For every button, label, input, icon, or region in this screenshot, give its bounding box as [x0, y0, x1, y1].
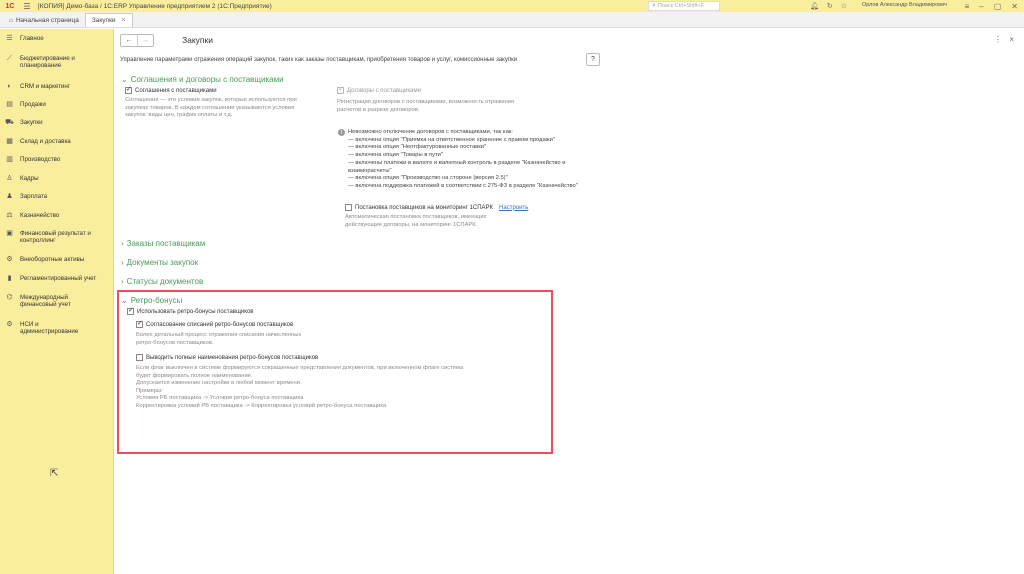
main-form: ← → Закупки ⋮ × Управление параметрами о…: [114, 29, 1024, 574]
chevron-down-icon: ⌄: [121, 75, 128, 84]
contracts-note: Регистрация договоров с поставщиками, во…: [337, 99, 515, 113]
retro-full-names-note: Если флаг выключен в системе формируются…: [136, 365, 464, 409]
cart-icon: ⛟: [5, 119, 14, 126]
factory-icon: ▥: [6, 156, 13, 163]
chevron-right-icon: ›: [121, 277, 124, 286]
tab-purchases[interactable]: Закупки ×: [84, 13, 133, 27]
tab-home[interactable]: ⌂ Начальная страница: [3, 13, 85, 27]
minimize-icon[interactable]: –: [979, 2, 983, 11]
history-icon[interactable]: ↻: [827, 2, 833, 10]
app-logo: 1С: [5, 2, 15, 10]
crm-icon: ◐: [7, 83, 12, 90]
person-icon: ♙: [6, 175, 13, 182]
use-retro-bonuses-checkbox[interactable]: Использовать ретро-бонусы поставщиков: [127, 306, 253, 315]
retro-full-names-checkbox[interactable]: Выводить полные наименования ретро-бонус…: [136, 354, 318, 361]
retro-approval-checkbox[interactable]: Согласование списаний ретро-бонусов пост…: [136, 319, 293, 328]
form-description: Управление параметрами отражения операци…: [120, 57, 518, 63]
chevron-right-icon: ›: [121, 239, 124, 248]
bell-icon[interactable]: 🔔︎: [810, 2, 819, 10]
sidebar-item-production[interactable]: ▥ Производство: [0, 156, 64, 164]
book-icon: ▮: [7, 275, 12, 282]
hamburger-menu-icon[interactable]: ☰: [20, 2, 34, 11]
tab-label: Закупки: [91, 17, 116, 24]
mouse-cursor-icon: ⇱: [50, 468, 59, 479]
search-input[interactable]: ⌕ Поиск Ctrl+Shift+F: [648, 1, 720, 11]
nav-buttons: ← →: [120, 34, 154, 47]
sidebar-item-treasury[interactable]: ⚖ Казначейство: [0, 212, 63, 220]
search-placeholder: Поиск Ctrl+Shift+F: [657, 3, 705, 9]
chart-icon: ⟋: [7, 55, 12, 62]
assets-icon: ⚙: [6, 256, 13, 263]
checkbox[interactable]: [136, 319, 143, 328]
more-menu-icon[interactable]: ⋮: [994, 35, 1002, 44]
sidebar-item-admin[interactable]: ⚙ НСИ и администрирование: [0, 321, 100, 335]
sidebar-item-finance[interactable]: ▣ Финансовый результат и контроллинг: [0, 230, 110, 244]
section-orders[interactable]: › Заказы поставщикам: [121, 239, 205, 248]
star-icon[interactable]: ☆: [841, 2, 847, 10]
gear-icon: ⚙: [6, 321, 13, 328]
info-icon: !: [338, 129, 345, 136]
tab-label: Начальная страница: [15, 16, 79, 24]
treasury-icon: ⚖: [6, 212, 13, 219]
contracts-checkbox[interactable]: Договоры с поставщиками: [337, 85, 421, 94]
sidebar-item-budgeting[interactable]: ⟋ Бюджетирование и планирование: [0, 55, 110, 69]
settings-menu-icon[interactable]: ≡: [965, 2, 970, 11]
monitoring-note: Автоматическая постановка поставщиков, и…: [345, 214, 487, 228]
agreements-note: Соглашения — это условия закупок, которы…: [125, 97, 297, 118]
sidebar-item-purchases[interactable]: ⛟ Закупки: [0, 119, 47, 127]
forward-button[interactable]: →: [137, 35, 153, 46]
checkbox[interactable]: [127, 306, 134, 315]
section-documents[interactable]: › Документы закупок: [121, 258, 198, 267]
sidebar-item-salary[interactable]: ♟ Зарплата: [0, 193, 51, 201]
monitoring-checkbox[interactable]: Постановка поставщиков на мониторинг 1СП…: [345, 204, 528, 211]
sidebar-item-main[interactable]: ☰ Главное: [0, 35, 48, 43]
sidebar-item-assets[interactable]: ⚙ Внеоборотные активы: [0, 256, 88, 264]
search-icon: ⌕: [652, 2, 656, 9]
sales-icon: ▤: [6, 101, 13, 108]
checkbox[interactable]: [125, 85, 132, 94]
sidebar-item-regulated[interactable]: ▮ Регламентированный учет: [0, 275, 100, 283]
salary-icon: ♟: [6, 193, 13, 200]
globe-icon: ⌬: [6, 294, 13, 301]
section-statuses[interactable]: › Статусы документов: [121, 277, 203, 286]
agreements-checkbox[interactable]: Соглашения с поставщиками: [125, 85, 217, 94]
checkbox[interactable]: [337, 85, 344, 94]
chevron-right-icon: ›: [121, 258, 124, 267]
tab-bar: ⌂ Начальная страница Закупки ×: [0, 12, 1024, 28]
page-title: Закупки: [182, 35, 213, 45]
sidebar-item-sales[interactable]: ▤ Продажи: [0, 101, 50, 109]
user-name[interactable]: Орлов Александр Владимирович: [862, 2, 947, 8]
contracts-warning: Невозможно отключение договоров с постав…: [348, 129, 578, 189]
maximize-icon[interactable]: ▢: [994, 2, 1002, 11]
checkbox[interactable]: [345, 204, 352, 211]
configure-link[interactable]: Настроить: [499, 205, 528, 211]
close-form-icon[interactable]: ×: [1009, 35, 1014, 44]
section-retro-bonuses[interactable]: ⌄ Ретро-бонусы: [121, 296, 182, 305]
retro-approval-note: Более детальный процесс отражения списан…: [136, 332, 302, 346]
chevron-down-icon: ⌄: [121, 296, 128, 305]
title-bar: 1С ☰ [КОПИЯ] Демо-база / 1С:ERP Управлен…: [0, 0, 1024, 12]
help-button[interactable]: ?: [586, 53, 600, 66]
home-icon: ⌂: [9, 16, 13, 24]
sidebar-item-crm[interactable]: ◐ CRM и маркетинг: [0, 83, 74, 91]
close-tab-icon[interactable]: ×: [122, 17, 126, 24]
sidebar-item-ifrs[interactable]: ⌬ Международный финансовый учет: [0, 294, 92, 308]
sidebar: ☰ Главное ⟋ Бюджетирование и планирование …: [0, 29, 114, 574]
sidebar-item-hr[interactable]: ♙ Кадры: [0, 175, 43, 183]
sidebar-item-warehouse[interactable]: ▦ Склад и доставка: [0, 138, 75, 146]
finance-icon: ▣: [6, 230, 13, 237]
section-agreements[interactable]: ⌄ Соглашения и договоры с поставщиками: [121, 75, 284, 84]
menu-lines-icon: ☰: [6, 35, 13, 42]
checkbox[interactable]: [136, 354, 143, 361]
warehouse-icon: ▦: [6, 138, 13, 145]
back-button[interactable]: ←: [121, 35, 137, 46]
close-window-icon[interactable]: ✕: [1011, 2, 1018, 11]
window-title: [КОПИЯ] Демо-база / 1С:ERP Управление пр…: [38, 2, 272, 10]
